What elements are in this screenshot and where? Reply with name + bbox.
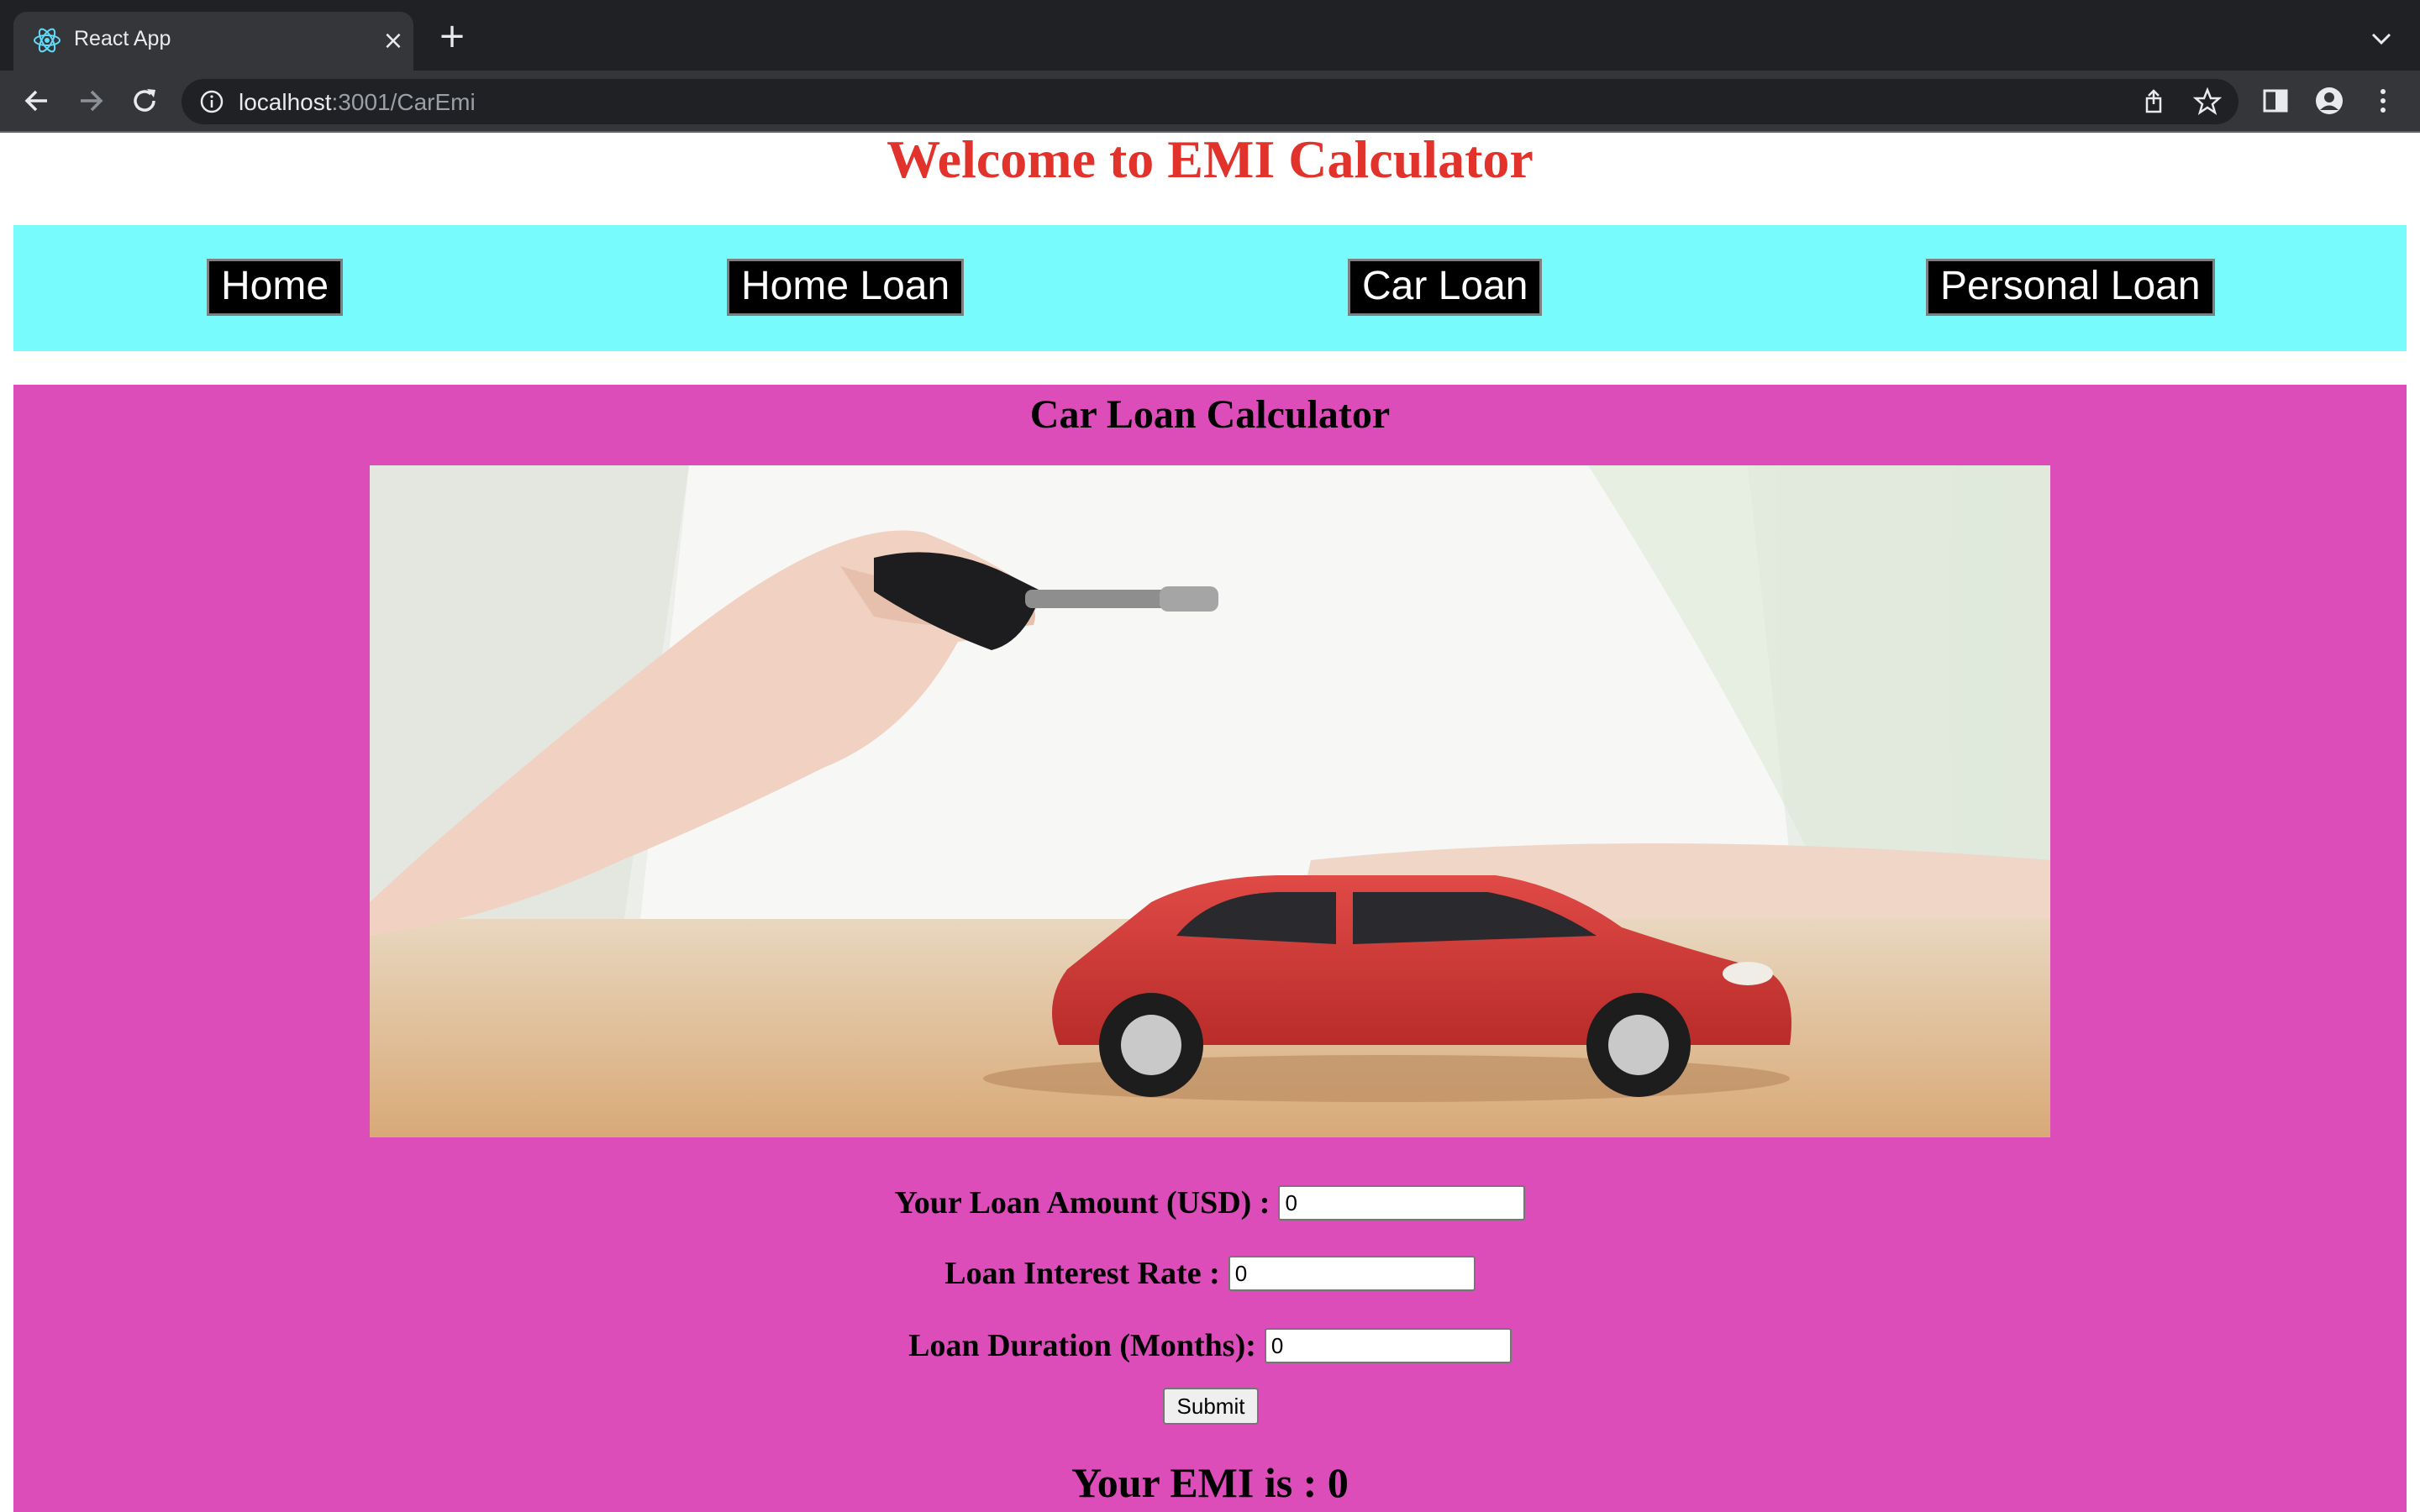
react-logo-icon: [34, 28, 60, 53]
share-icon[interactable]: [2139, 87, 2168, 116]
nav-home-button[interactable]: Home: [207, 259, 344, 316]
url-host: localhost: [239, 89, 332, 115]
side-panel-icon[interactable]: [2257, 82, 2294, 119]
url-text: localhost:3001/CarEmi: [239, 89, 476, 116]
interest-rate-input[interactable]: [1228, 1256, 1476, 1291]
browser-toolbar: localhost:3001/CarEmi: [0, 71, 2420, 133]
nav-personal-loan-button[interactable]: Personal Loan: [1926, 259, 2215, 316]
page-content: Welcome to EMI Calculator Home Home Loan…: [0, 133, 2420, 1512]
nav-home-loan-button[interactable]: Home Loan: [727, 259, 965, 316]
loan-amount-row: Your Loan Amount (USD) :: [13, 1183, 2407, 1223]
browser-tab[interactable]: React App ×: [13, 12, 413, 71]
emi-result: Your EMI is : 0: [1071, 1459, 1349, 1506]
hero-car-key-image: [370, 465, 2050, 1137]
back-arrow-icon[interactable]: [18, 82, 55, 119]
more-menu-icon[interactable]: [2365, 82, 2402, 119]
profile-avatar-icon[interactable]: [2311, 82, 2348, 119]
forward-arrow-icon[interactable]: [72, 82, 109, 119]
calculator-title: Car Loan Calculator: [1029, 392, 1391, 437]
chevron-down-icon[interactable]: [2366, 24, 2396, 54]
address-bar[interactable]: localhost:3001/CarEmi: [182, 79, 2238, 124]
close-tab-icon[interactable]: ×: [376, 24, 410, 57]
top-navbar: Home Home Loan Car Loan Personal Loan: [13, 225, 2407, 351]
loan-amount-input[interactable]: [1278, 1185, 1526, 1221]
car-loan-calculator: Car Loan Calculator Your Loan Amount (US…: [13, 385, 2407, 1512]
nav-car-loan-button[interactable]: Car Loan: [1348, 259, 1543, 316]
tab-title: React App: [74, 27, 171, 50]
url-path: :3001/CarEmi: [331, 89, 476, 115]
interest-rate-row: Loan Interest Rate :: [13, 1253, 2407, 1294]
interest-rate-label: Loan Interest Rate :: [944, 1256, 1220, 1291]
new-tab-icon[interactable]: +: [435, 19, 469, 54]
loan-amount-label: Your Loan Amount (USD) :: [894, 1185, 1270, 1221]
loan-duration-label: Loan Duration (Months):: [908, 1328, 1256, 1363]
submit-button[interactable]: Submit: [1163, 1388, 1259, 1425]
loan-duration-input[interactable]: [1264, 1328, 1512, 1363]
reload-icon[interactable]: [126, 82, 163, 119]
browser-tab-strip: React App × +: [0, 0, 2420, 71]
info-icon[interactable]: [198, 88, 225, 115]
star-icon[interactable]: [2193, 87, 2222, 116]
loan-duration-row: Loan Duration (Months):: [13, 1326, 2407, 1366]
page-title: Welcome to EMI Calculator: [886, 129, 1534, 189]
